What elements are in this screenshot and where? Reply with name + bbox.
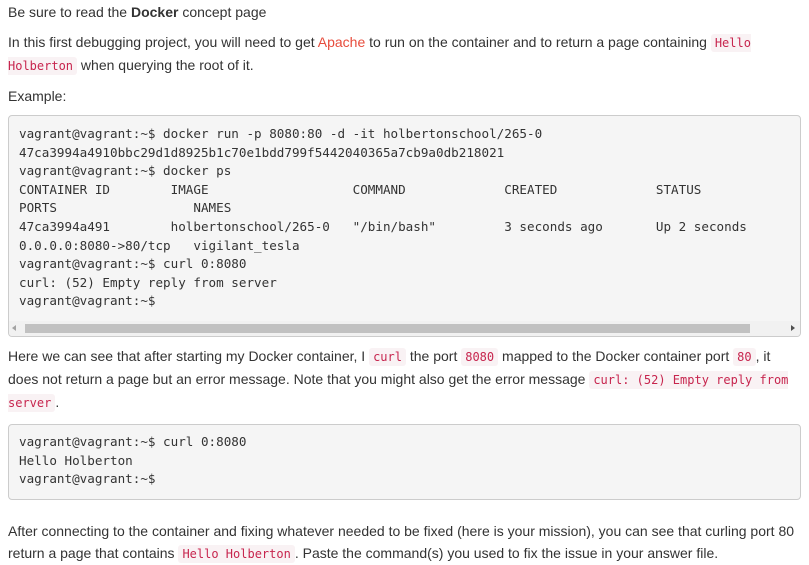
- apache-link[interactable]: Apache: [318, 34, 365, 50]
- task-text: In this first debugging project, you wil…: [8, 34, 318, 50]
- port-8080-code: 8080: [461, 348, 499, 366]
- code-block-terminal-2: vagrant@vagrant:~$ curl 0:8080 Hello Hol…: [8, 424, 801, 500]
- port-80-code: 80: [733, 348, 756, 366]
- terminal-output-1: vagrant@vagrant:~$ docker run -p 8080:80…: [19, 126, 747, 309]
- explanation-paragraph: Here we can see that after starting my D…: [8, 345, 801, 414]
- curl-code: curl: [369, 348, 406, 366]
- terminal-output-2: vagrant@vagrant:~$ curl 0:8080 Hello Hol…: [8, 424, 801, 500]
- hello-holberton-code-2: Hello Holberton: [178, 545, 295, 563]
- intro-suffix-text: concept page: [178, 4, 267, 20]
- explanation-text-3: mapped to the Docker container port: [498, 348, 734, 364]
- explanation-text: Here we can see that after starting my D…: [8, 348, 370, 364]
- docker-concept-strong: Docker: [130, 4, 179, 20]
- example-label: Example:: [8, 88, 67, 104]
- intro-text: Be sure to read the: [8, 4, 131, 20]
- document-page: Be sure to read the Docker concept page …: [0, 0, 809, 565]
- intro-paragraph: Be sure to read the Docker concept page: [8, 0, 801, 23]
- scroll-left-arrow-icon[interactable]: [12, 325, 16, 331]
- scroll-right-arrow-icon[interactable]: [791, 325, 795, 331]
- explanation-text-2: the port: [405, 348, 462, 364]
- scrollbar-thumb[interactable]: [25, 324, 750, 333]
- task-text-3: when querying the root of it.: [77, 57, 254, 73]
- mission-text-2: . Paste the command(s) you used to fix t…: [294, 545, 719, 561]
- explanation-text-5: .: [55, 394, 60, 410]
- task-paragraph: In this first debugging project, you wil…: [8, 31, 801, 77]
- code-block-terminal-1: vagrant@vagrant:~$ docker run -p 8080:80…: [8, 115, 801, 337]
- task-text-2: to run on the container and to return a …: [365, 34, 711, 50]
- mission-paragraph: After connecting to the container and fi…: [8, 520, 801, 565]
- horizontal-scrollbar[interactable]: [9, 321, 800, 336]
